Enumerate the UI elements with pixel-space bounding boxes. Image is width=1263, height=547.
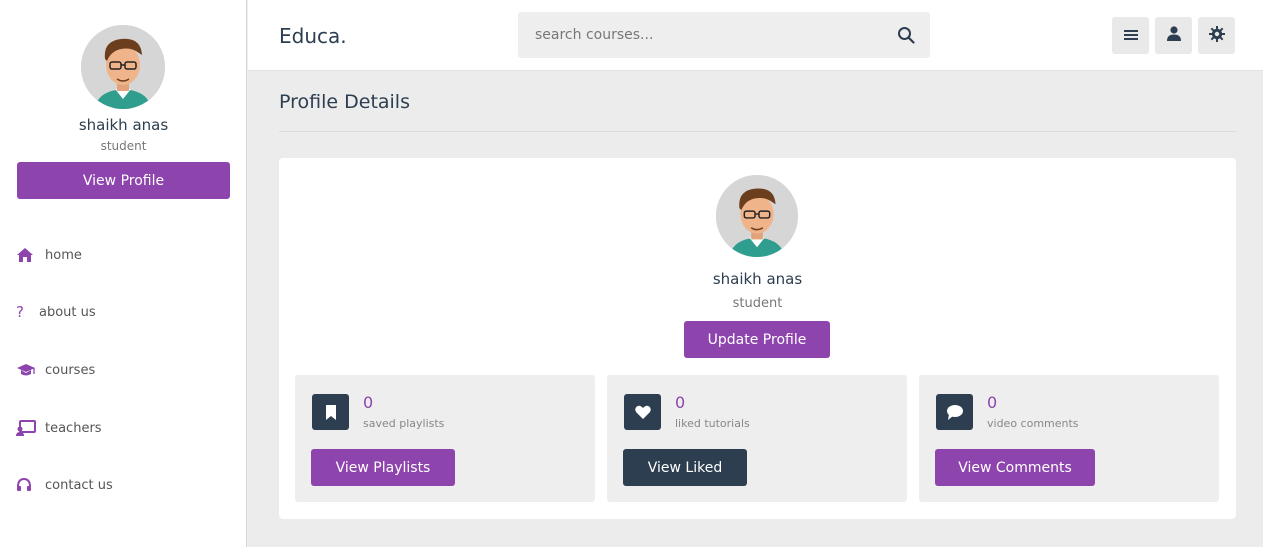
question-icon: ? [16, 303, 24, 321]
stat-label: video comments [987, 417, 1079, 430]
sidebar-item-label: about us [39, 304, 96, 320]
search-bar[interactable]: search courses... [518, 12, 930, 58]
sidebar-item-label: teachers [45, 420, 102, 436]
sidebar-user-role: student [100, 139, 147, 153]
stat-label: liked tutorials [675, 417, 750, 430]
avatar [81, 25, 165, 109]
menu-button[interactable] [1112, 17, 1149, 54]
home-icon [16, 246, 36, 264]
user-icon [1166, 26, 1181, 45]
stat-video-comments: 0 video comments View Comments [919, 375, 1219, 502]
heart-icon [624, 394, 661, 430]
search-input[interactable]: search courses... [535, 27, 653, 43]
profile-card: shaikh anas student Update Profile 0 sav… [279, 158, 1236, 519]
sidebar-item-label: contact us [45, 477, 113, 493]
menu-icon [1123, 26, 1138, 45]
chalkboard-teacher-icon [16, 419, 36, 437]
divider [279, 131, 1236, 132]
sidebar-item-teachers[interactable]: teachers [16, 416, 102, 440]
avatar [716, 175, 798, 257]
bookmark-icon [312, 394, 349, 430]
user-button[interactable] [1155, 17, 1192, 54]
stat-label: saved playlists [363, 417, 445, 430]
stat-count: 0 [675, 393, 686, 412]
view-comments-button[interactable]: View Comments [935, 449, 1095, 486]
sidebar: shaikh anas student View Profile home ? … [0, 0, 247, 547]
profile-role: student [732, 296, 783, 311]
sidebar-item-home[interactable]: home [16, 243, 82, 267]
stat-liked-tutorials: 0 liked tutorials View Liked [607, 375, 907, 502]
view-profile-button[interactable]: View Profile [17, 162, 230, 199]
headset-icon [16, 476, 36, 494]
sidebar-item-about[interactable]: ? about us [16, 300, 96, 324]
sidebar-item-label: home [45, 247, 82, 263]
update-profile-button[interactable]: Update Profile [684, 321, 830, 358]
sidebar-item-label: courses [45, 362, 96, 378]
stat-saved-playlists: 0 saved playlists View Playlists [295, 375, 595, 502]
sidebar-item-contact[interactable]: contact us [16, 473, 113, 497]
sidebar-item-courses[interactable]: courses [16, 358, 95, 382]
sidebar-user-name: shaikh anas [78, 116, 169, 134]
settings-button[interactable] [1198, 17, 1235, 54]
page-title: Profile Details [279, 91, 410, 113]
view-playlists-button[interactable]: View Playlists [311, 449, 455, 486]
settings-icon [1208, 25, 1225, 46]
stat-count: 0 [363, 393, 374, 412]
graduation-cap-icon [16, 361, 36, 379]
view-liked-button[interactable]: View Liked [623, 449, 747, 486]
header: Educa. search courses... [248, 0, 1263, 71]
comment-icon [936, 394, 973, 430]
logo[interactable]: Educa. [279, 24, 347, 48]
profile-name: shaikh anas [712, 270, 803, 288]
stat-count: 0 [987, 393, 998, 412]
search-icon[interactable] [897, 26, 915, 44]
